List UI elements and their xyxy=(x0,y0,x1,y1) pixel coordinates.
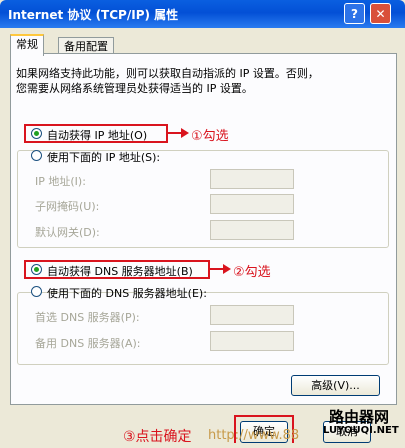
title-bar[interactable]: Internet 协议 (TCP/IP) 属性 ? ✕ xyxy=(0,0,405,28)
description-line-2: 您需要从网络系统管理员处获得适当的 IP 设置。 xyxy=(16,82,253,95)
dialog-body: 常规 备用配置 如果网络支持此功能，则可以获取自动指派的 IP 设置。否则， 您… xyxy=(3,28,402,445)
close-icon: ✕ xyxy=(375,7,386,21)
help-icon: ? xyxy=(351,7,358,21)
watermark-url: http://www.88 xyxy=(208,428,300,443)
ip-auto-radio[interactable] xyxy=(31,128,42,139)
alternate-dns-label: 备用 DNS 服务器(A): xyxy=(35,337,141,350)
close-button[interactable]: ✕ xyxy=(370,3,391,24)
annotation-arrowhead-1 xyxy=(181,128,189,138)
dns-groupbox xyxy=(17,292,389,365)
watermark-domain: LUYOUQI.NET xyxy=(323,425,399,436)
default-gateway-field[interactable] xyxy=(210,220,294,240)
annotation-step2: ②勾选 xyxy=(233,265,271,280)
ip-auto-label[interactable]: 自动获得 IP 地址(O) xyxy=(47,127,147,143)
ip-address-label: IP 地址(I): xyxy=(35,175,86,188)
preferred-dns-label: 首选 DNS 服务器(P): xyxy=(35,311,140,324)
annotation-step3: ③点击确定 xyxy=(123,429,192,445)
ip-manual-radio[interactable] xyxy=(31,150,42,161)
annotation-arrowhead-2 xyxy=(223,264,231,274)
dns-manual-label[interactable]: 使用下面的 DNS 服务器地址(E): xyxy=(47,285,207,301)
tab-general[interactable]: 常规 xyxy=(10,34,44,56)
watermark-brand: 路由器网 xyxy=(329,408,390,426)
advanced-button[interactable]: 高级(V)... xyxy=(291,375,380,396)
alternate-dns-field[interactable] xyxy=(210,331,294,351)
ip-manual-label[interactable]: 使用下面的 IP 地址(S): xyxy=(47,149,160,165)
default-gateway-label: 默认网关(D): xyxy=(35,226,100,239)
help-button[interactable]: ? xyxy=(344,3,365,24)
subnet-mask-label: 子网掩码(U): xyxy=(35,200,100,213)
annotation-arrow-2 xyxy=(210,268,224,270)
ip-address-field[interactable] xyxy=(210,169,294,189)
dns-manual-radio[interactable] xyxy=(31,286,42,297)
preferred-dns-field[interactable] xyxy=(210,305,294,325)
description-line-1: 如果网络支持此功能，则可以获取自动指派的 IP 设置。否则， xyxy=(16,67,319,80)
subnet-mask-field[interactable] xyxy=(210,194,294,214)
dns-auto-radio[interactable] xyxy=(31,264,42,275)
annotation-step1: ①勾选 xyxy=(191,129,229,144)
window-title: Internet 协议 (TCP/IP) 属性 xyxy=(8,8,179,22)
description-text: 如果网络支持此功能，则可以获取自动指派的 IP 设置。否则， 您需要从网络系统管… xyxy=(16,66,319,96)
annotation-arrow-1 xyxy=(168,132,182,134)
dns-auto-label[interactable]: 自动获得 DNS 服务器地址(B) xyxy=(47,263,193,279)
